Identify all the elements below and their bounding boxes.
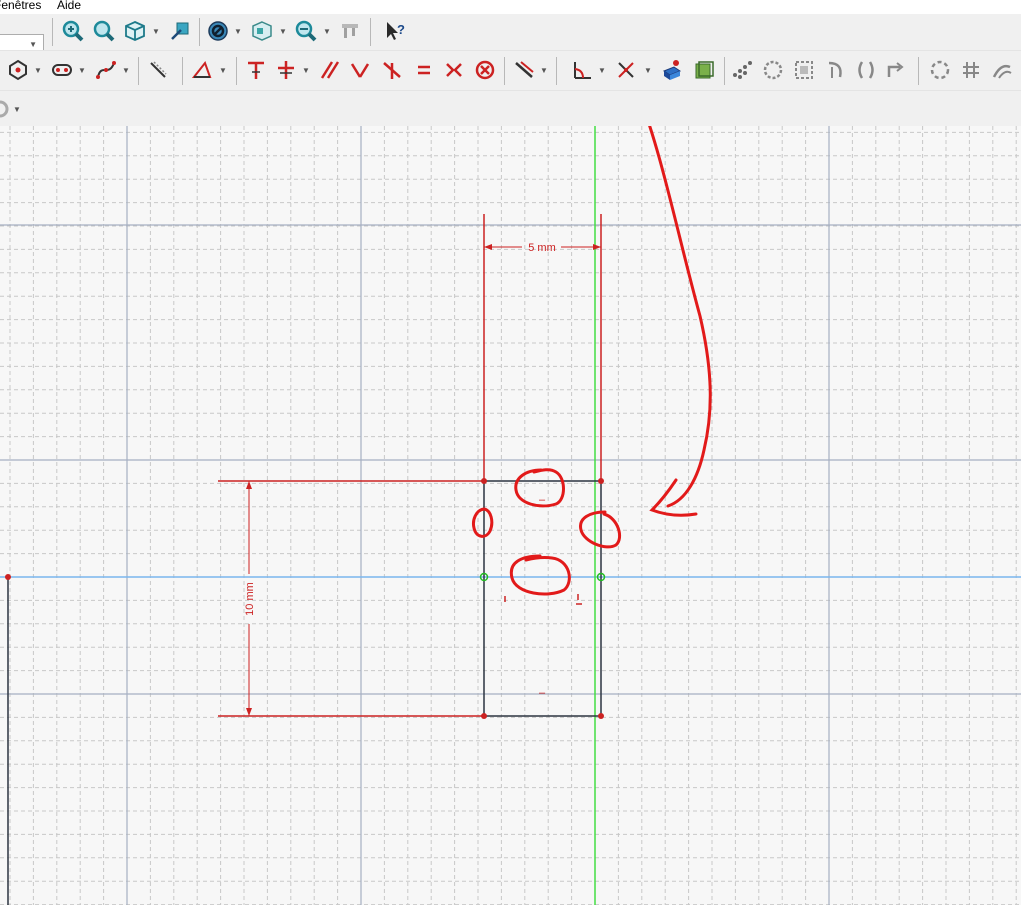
scale-icon[interactable]: [854, 58, 878, 82]
sketch-point[interactable]: [481, 478, 487, 484]
perpendicular-constraint-icon[interactable]: [380, 58, 404, 82]
toolbar-separator: [918, 57, 919, 85]
dimension-arrow: [246, 481, 252, 489]
toolbar-separator: [370, 18, 371, 46]
dimension-horizontal-label[interactable]: 5 mm: [528, 242, 556, 254]
chevron-down-icon[interactable]: ▼: [323, 28, 331, 36]
block-constraint-icon[interactable]: [473, 58, 497, 82]
carbon-copy-icon[interactable]: [190, 58, 214, 82]
caliper-icon[interactable]: [338, 19, 362, 43]
external-geometry-icon[interactable]: [146, 58, 170, 82]
equal-constraint-icon[interactable]: [412, 58, 436, 82]
merge-sketch-icon[interactable]: [692, 58, 716, 82]
chevron-down-icon[interactable]: ▼: [234, 28, 242, 36]
annotation-circle-right: [579, 510, 621, 549]
dimension-vertical-label[interactable]: 10 mm: [244, 582, 256, 616]
measure-icon[interactable]: [168, 19, 192, 43]
bspline-icon[interactable]: [94, 58, 118, 82]
trim-icon[interactable]: [244, 58, 268, 82]
toolbar-separator: [182, 57, 183, 85]
sketch-canvas[interactable]: 5 mm 10 mm – –: [0, 126, 1021, 905]
toolbar-separator: [199, 18, 200, 46]
horizontal-constraint-marker[interactable]: –: [539, 494, 546, 506]
chevron-down-icon[interactable]: ▼: [78, 67, 86, 75]
toolbar-separator: [556, 57, 557, 85]
toolbar-separator: [504, 57, 505, 85]
chevron-down-icon: ▼: [29, 40, 37, 49]
horizontal-constraint-marker[interactable]: –: [539, 687, 546, 699]
sketch-point[interactable]: [481, 713, 487, 719]
split-icon[interactable]: [274, 58, 298, 82]
toggle-construction-icon[interactable]: [614, 58, 638, 82]
sketcher-toolbar: ▼ ▼ ▼ ▼ ▼ ▼ ▼ ▼: [0, 50, 1021, 90]
horizontal-constraint-icon[interactable]: [318, 58, 342, 82]
sketch-point[interactable]: [598, 478, 604, 484]
chevron-down-icon[interactable]: ▼: [644, 67, 652, 75]
mirror-icon[interactable]: [761, 58, 785, 82]
validate-sketch-icon[interactable]: [660, 58, 684, 82]
clone-icon[interactable]: [792, 58, 816, 82]
extend-icon[interactable]: [990, 58, 1014, 82]
slot-icon[interactable]: [50, 58, 74, 82]
menu-windows[interactable]: Fenêtres: [0, 0, 41, 12]
chevron-down-icon[interactable]: ▼: [302, 67, 310, 75]
offset-icon[interactable]: [885, 58, 909, 82]
chevron-down-icon[interactable]: ▼: [219, 67, 227, 75]
svg-text:?: ?: [397, 22, 405, 37]
toolbar-separator: [236, 57, 237, 85]
menu-bar: Fenêtres Aide: [0, 0, 1021, 14]
zoom-select-icon[interactable]: [294, 19, 318, 43]
chevron-down-icon[interactable]: ▼: [540, 67, 548, 75]
fillet-icon[interactable]: [928, 58, 952, 82]
annotation-circle-bottom: [509, 554, 571, 596]
secondary-toolbar: ▼: [0, 90, 1021, 126]
toolbar-separator: [52, 18, 53, 46]
toolbar-separator: [724, 57, 725, 85]
sketch-view[interactable]: 5 mm 10 mm – –: [0, 126, 1021, 905]
chevron-down-icon[interactable]: ▼: [152, 28, 160, 36]
sketch-point[interactable]: [5, 574, 11, 580]
dimension-icon[interactable]: [512, 58, 536, 82]
stop-icon[interactable]: [206, 19, 230, 43]
zoom-in-icon[interactable]: [61, 19, 85, 43]
menu-help[interactable]: Aide: [57, 0, 81, 12]
view-cube-icon[interactable]: [123, 19, 147, 43]
chevron-down-icon[interactable]: ▼: [122, 67, 130, 75]
angle-constraint-icon[interactable]: [570, 58, 594, 82]
annotation-arrow-shaft: [648, 126, 712, 508]
box-view-icon[interactable]: [250, 19, 274, 43]
rotate-icon[interactable]: [823, 58, 847, 82]
annotation-circle-left: [472, 507, 494, 538]
sketch-point[interactable]: [598, 713, 604, 719]
freehand-annotations: [472, 126, 712, 596]
whats-this-icon[interactable]: ?: [383, 19, 407, 43]
parallel-constraint-icon[interactable]: [348, 58, 372, 82]
toolbar-separator: [138, 57, 139, 85]
view-toolbar: ▼ ▼ ▼ ▼ ▼ ?: [0, 14, 1021, 56]
symmetric-constraint-icon[interactable]: [442, 58, 466, 82]
dimension-arrow: [246, 708, 252, 716]
grid-minor-lines: [0, 126, 1021, 905]
chevron-down-icon[interactable]: ▼: [13, 106, 21, 114]
chevron-down-icon[interactable]: ▼: [34, 67, 42, 75]
chevron-down-icon[interactable]: ▼: [598, 67, 606, 75]
chevron-down-icon[interactable]: ▼: [279, 28, 287, 36]
settings-icon[interactable]: [0, 97, 12, 121]
array-icon[interactable]: [730, 58, 754, 82]
grid-major-lines: [0, 126, 1021, 905]
zoom-fit-icon[interactable]: [92, 19, 116, 43]
polygon-icon[interactable]: [6, 58, 30, 82]
grid-snap-icon[interactable]: [959, 58, 983, 82]
